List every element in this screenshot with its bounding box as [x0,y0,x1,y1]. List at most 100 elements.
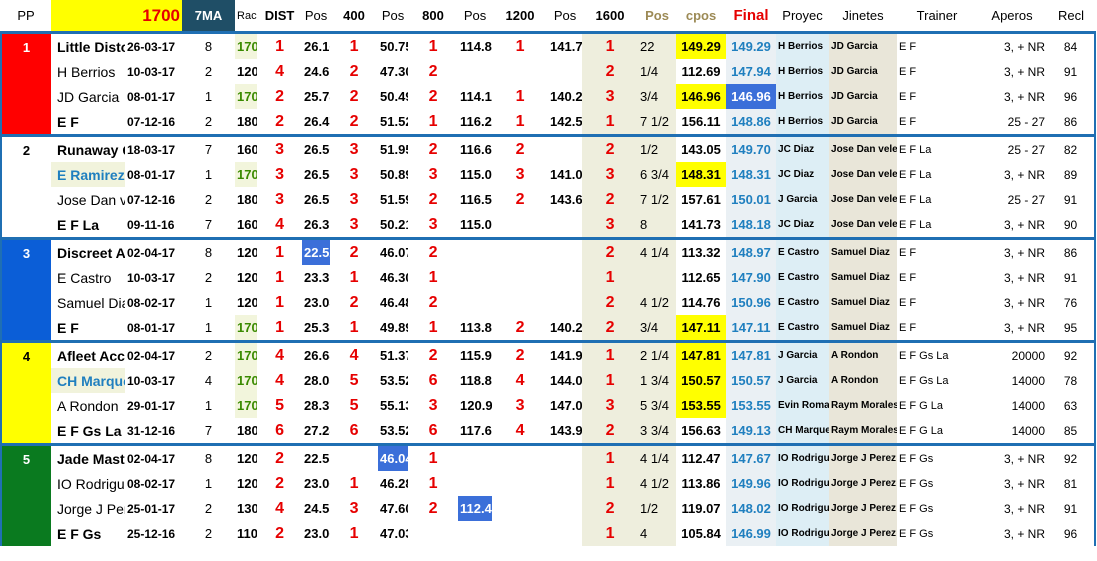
cv-value: 89 [1047,162,1097,187]
position-800 [330,443,379,471]
final-position: 1 [582,31,639,59]
equipment: E F La [899,193,932,206]
final-position: 2 [582,418,639,445]
horse-name: Runaway Que* [51,134,125,162]
time-1200: 116.23 [460,114,492,129]
projected-time: 149.96 [726,471,777,496]
cv-value: 96 [1047,84,1097,109]
time-400: 22.52 [302,237,331,265]
time-1600 [548,212,582,239]
cv-value: 84 [1047,31,1097,59]
equipment: E F Gs [897,443,978,471]
race-date: 18-03-17 [125,134,183,162]
equipment: E F [897,237,978,265]
position-800: 1 [349,524,359,542]
final-position: 1 [582,340,639,368]
race-date: 07-12-16 [127,114,176,129]
claiming: 25 - 27 [977,134,1048,162]
race-distance: 1200 [237,270,258,285]
claiming: 3, + NR [1004,501,1046,516]
race-distance: 1700 [235,393,258,418]
time-1600: 144.04 [550,373,583,388]
jockey: H Berrios [776,59,830,84]
claiming: 20000 [977,340,1048,368]
race-number: 8 [182,31,236,59]
projected-time: 147.94 [726,59,777,84]
position-1200: 1 [408,443,459,471]
cv-value: 76 [1047,290,1097,315]
race-number: 2 [182,340,236,368]
claiming: 3, + NR [1004,320,1046,335]
race-date: 10-03-17 [127,270,176,285]
time-1200: 116.53 [460,192,492,207]
claiming: 3, + NR [977,237,1048,265]
position-1200: 1 [428,318,438,336]
jockey: E Castro [776,265,830,290]
time-800: 50.75 [378,31,409,59]
horse-detail: E Castro [57,269,112,286]
time-400: 22.55 [302,443,331,471]
claiming: 14000 [1011,423,1046,438]
race-distance: 1200 [235,237,258,265]
time-1600: 147.02 [550,398,583,413]
time-1200: 114.83 [458,31,493,59]
time-800: 51.59 [380,192,408,207]
race-date: 08-01-17 [127,89,176,104]
jockey: IO Rodriguez [776,443,830,471]
race-number: 2 [204,526,213,541]
projected-time: 146.99 [726,521,777,546]
time-400: 24.55 [304,501,330,516]
equipment: E F La [899,168,932,181]
horse-name: Discreet Angel* [51,237,125,265]
race-distance: 1700 [235,84,258,109]
trainer: Jorge J Perez [829,471,898,496]
cv-value: 78 [1047,368,1097,393]
position-1200: 3 [428,215,438,233]
header-jinetes: Jinetes [842,8,884,23]
equipment: E F Gs La [899,374,949,387]
time-400: 25.38 [304,320,330,335]
projected-time: 148.02 [726,496,777,521]
position-1600: 1 [515,87,525,105]
time-1600 [548,471,582,496]
lengths-behind: 1 3/4 [638,368,677,393]
position-800: 3 [330,134,379,162]
cv-value: 90 [1047,212,1097,239]
position-1600: 2 [515,190,525,208]
position-1600 [492,496,548,521]
header-dist: DIST [264,8,295,23]
horse-line-row: E F Gs25-12-1621100223.06147.0314105.841… [1,521,1097,546]
time-1600: 143.68 [550,192,583,207]
cv-value: 95 [1047,315,1097,342]
race-distance: 1600 [235,134,258,162]
trainer: JD Garcia [829,109,898,136]
final-time: 112.69 [681,64,721,79]
final-position: 1 [582,471,639,496]
final-position: 1 [582,443,639,471]
claiming: 3, + NR [1004,89,1046,104]
race-distance: 1200 [237,476,258,491]
lengths-behind: 4 [638,521,677,546]
final-time: 119.07 [681,501,721,516]
horse-detail: A Rondon [57,397,119,414]
time-400: 26.68 [302,340,331,368]
equipment: E F [899,296,917,309]
final-time: 114.76 [681,295,721,310]
race-number: 2 [204,270,213,285]
position-400: 4 [275,371,284,389]
time-400: 26.50 [302,134,331,162]
jockey: H Berrios [776,31,830,59]
time-1200 [458,265,492,290]
race-date: 10-03-17 [127,64,176,79]
projected-time: 153.55 [726,393,777,418]
time-1200 [458,443,493,471]
time-400: 27.28 [304,423,330,438]
position-1200: 2 [428,87,438,105]
horse-detail: E F La [57,216,100,233]
final-time: 156.63 [681,423,721,438]
position-1600 [492,443,549,471]
race-number: 7 [204,217,213,232]
lengths-behind: 22 [638,31,677,59]
time-1600 [548,237,583,265]
position-1200: 1 [428,268,438,286]
